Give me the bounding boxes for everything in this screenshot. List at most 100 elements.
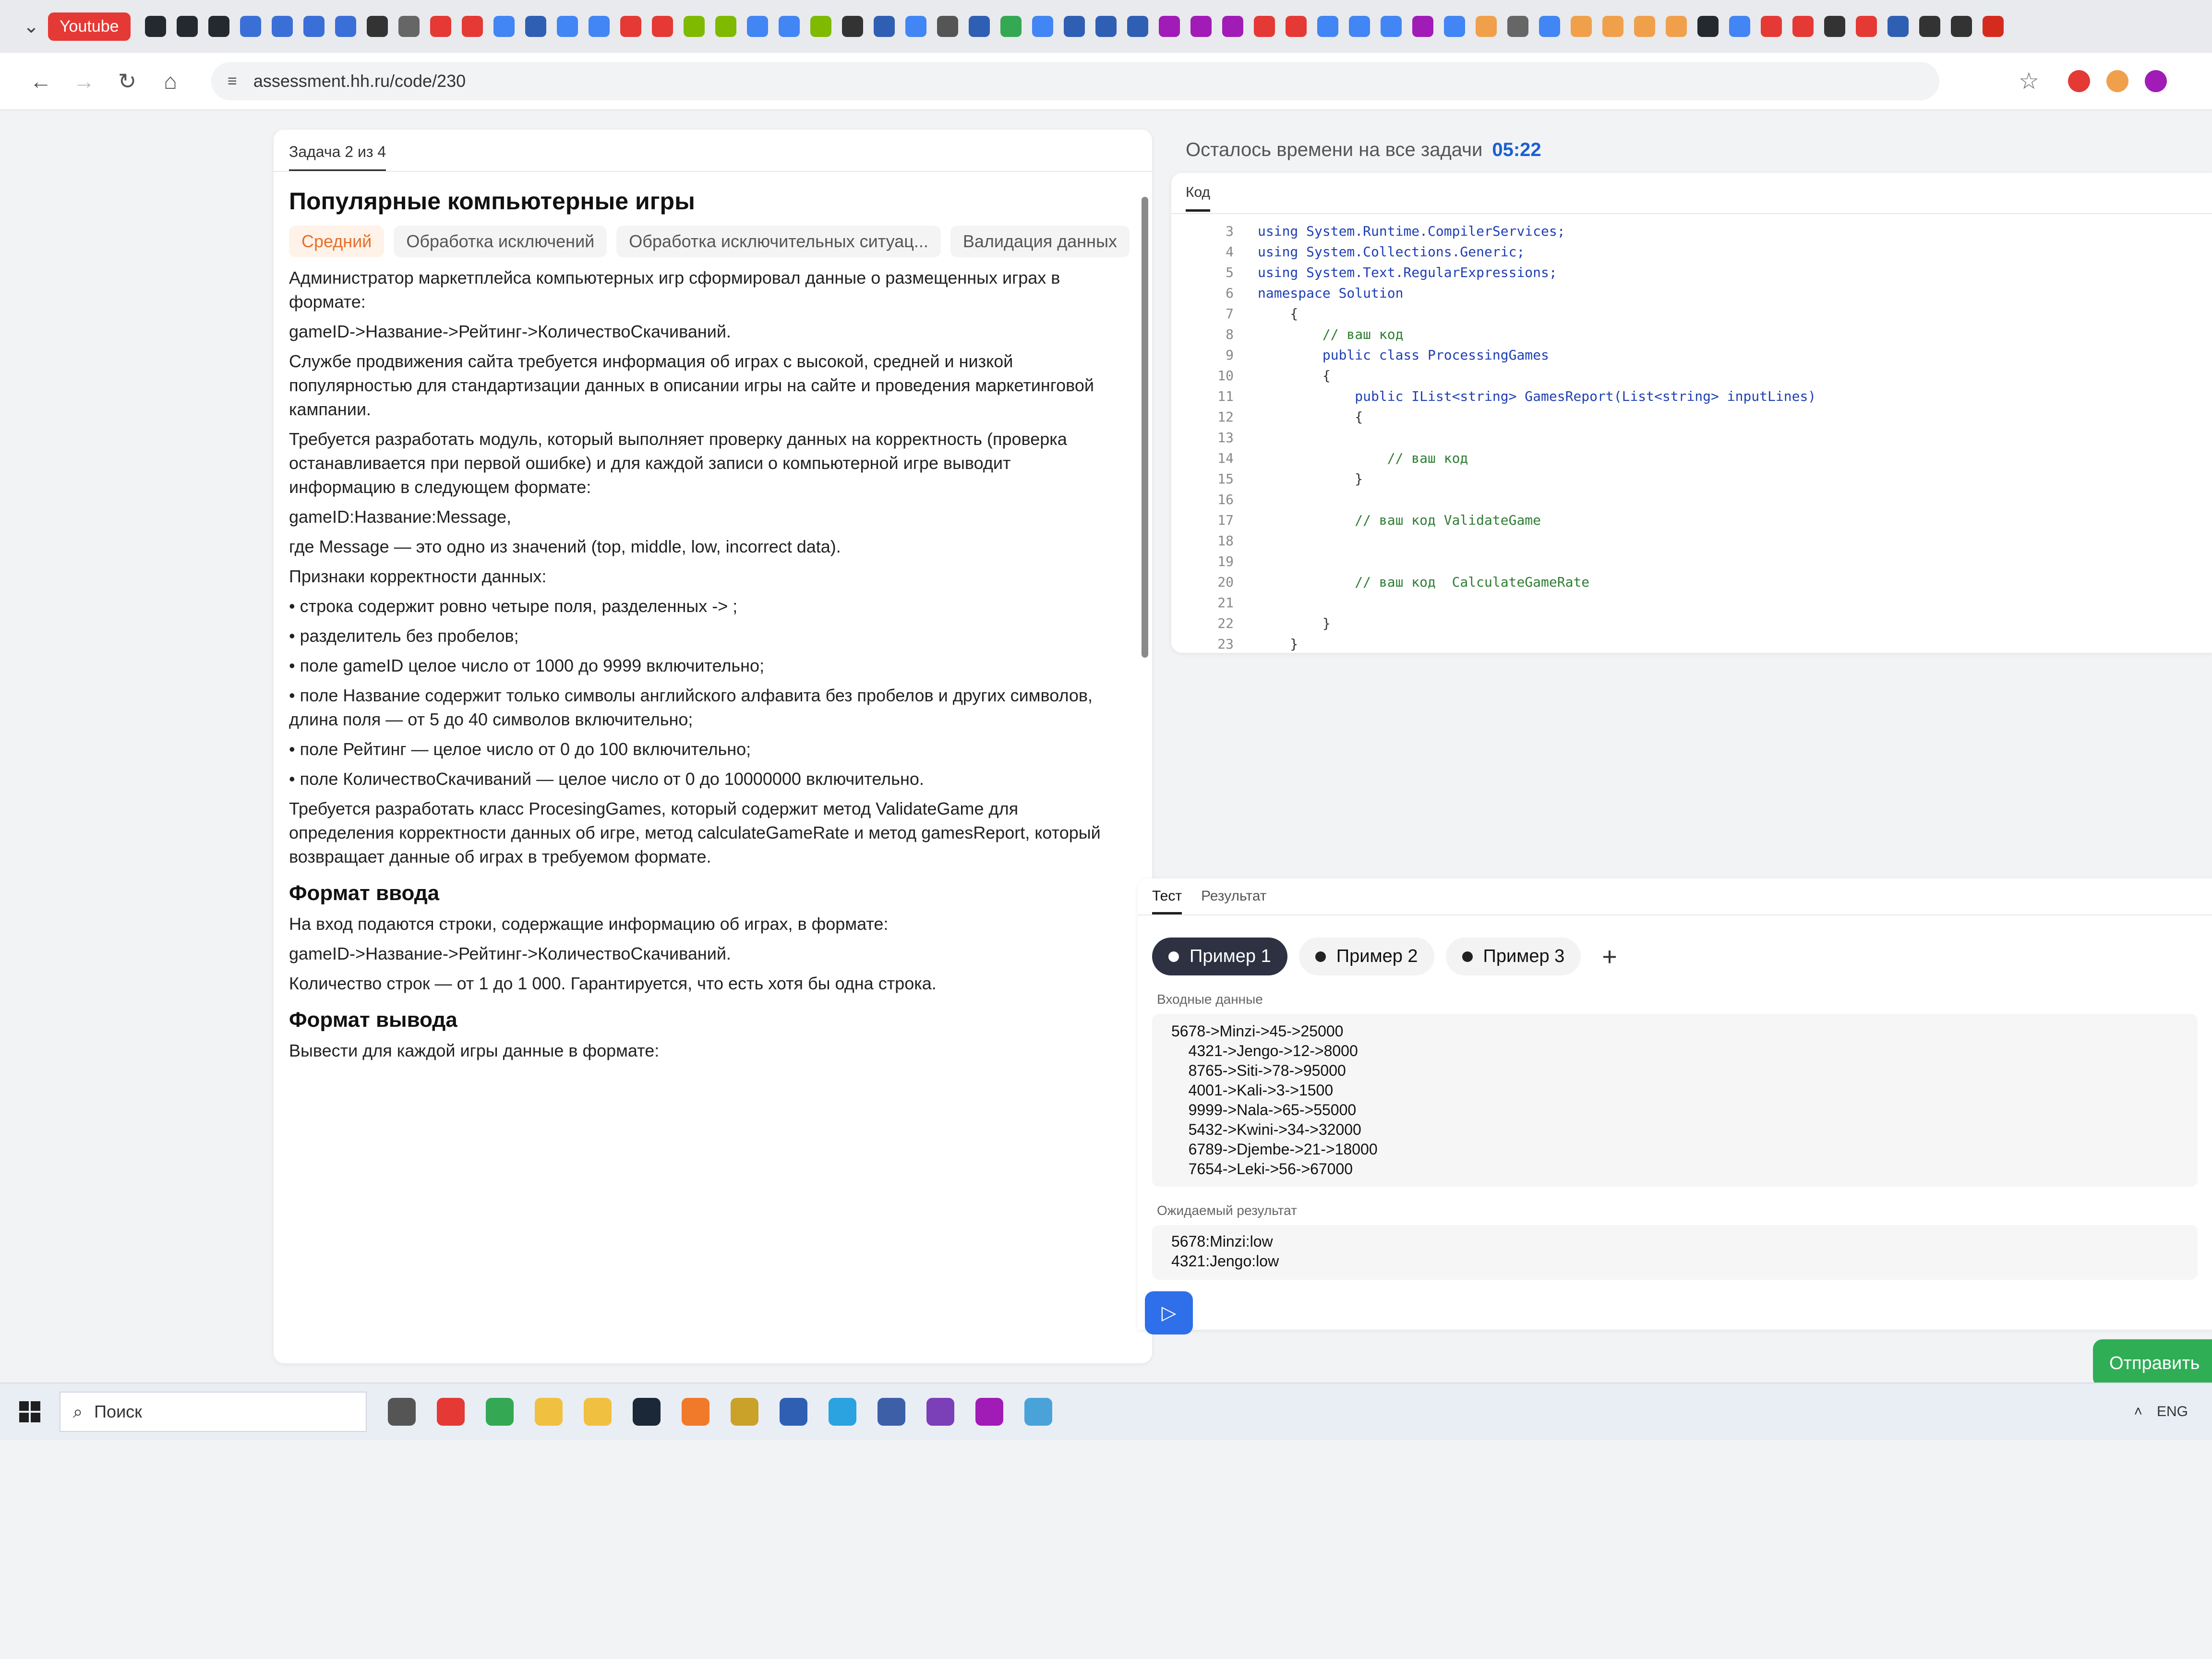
code-area[interactable]: 3 using System.Runtime.CompilerServices; 4… bbox=[1171, 221, 2212, 653]
submit-button[interactable]: Отправить bbox=[2093, 1339, 2212, 1387]
bookmarks-menu-button[interactable]: ⌄ bbox=[14, 15, 48, 37]
taskbar-search[interactable]: ⌕ Поиск bbox=[60, 1392, 367, 1432]
u-icon[interactable] bbox=[366, 16, 388, 37]
doc-icon[interactable] bbox=[1095, 16, 1117, 37]
file-explorer-icon[interactable] bbox=[535, 1398, 563, 1426]
bookmark-youtube[interactable]: Youtube bbox=[48, 12, 131, 41]
app-icon[interactable] bbox=[975, 1398, 1003, 1426]
tab-test[interactable]: Тест bbox=[1152, 888, 1182, 914]
play-icon[interactable] bbox=[1000, 16, 1022, 37]
globe-icon[interactable] bbox=[398, 16, 420, 37]
app-icon[interactable] bbox=[731, 1398, 758, 1426]
wildberries-icon[interactable] bbox=[1158, 16, 1180, 37]
app-icon[interactable] bbox=[968, 16, 990, 37]
chrome-icon[interactable] bbox=[486, 1398, 514, 1426]
microsoft-icon[interactable] bbox=[715, 16, 736, 37]
app-icon[interactable] bbox=[1792, 16, 1814, 37]
google-icon[interactable] bbox=[493, 16, 515, 37]
google-icon[interactable] bbox=[1729, 16, 1750, 37]
app-icon[interactable] bbox=[1855, 16, 1877, 37]
home-button[interactable]: ⌂ bbox=[149, 68, 192, 94]
app-icon[interactable] bbox=[878, 1398, 905, 1426]
tab-result[interactable]: Результат bbox=[1201, 888, 1266, 914]
app-icon[interactable] bbox=[1253, 16, 1275, 37]
github-icon[interactable] bbox=[144, 16, 166, 37]
app-icon[interactable] bbox=[1475, 16, 1497, 37]
google-icon[interactable] bbox=[556, 16, 578, 37]
tray-overflow-icon[interactable]: ˄ bbox=[2134, 1404, 2142, 1420]
tab-code[interactable]: Код bbox=[1186, 184, 1211, 212]
diagram-icon[interactable] bbox=[335, 16, 356, 37]
google-icon[interactable] bbox=[778, 16, 800, 37]
doc-icon[interactable] bbox=[1127, 16, 1148, 37]
microsoft-icon[interactable] bbox=[810, 16, 831, 37]
google-icon[interactable] bbox=[746, 16, 768, 37]
youtube-icon[interactable] bbox=[620, 16, 641, 37]
app-icon[interactable] bbox=[1412, 16, 1433, 37]
steam-icon[interactable] bbox=[633, 1398, 661, 1426]
app-icon[interactable] bbox=[1824, 16, 1845, 37]
example-2-button[interactable]: Пример 2 bbox=[1298, 938, 1434, 975]
google-icon[interactable] bbox=[588, 16, 610, 37]
youtube-icon[interactable] bbox=[461, 16, 483, 37]
github-icon[interactable] bbox=[1697, 16, 1719, 37]
doc-icon[interactable] bbox=[1063, 16, 1085, 37]
app-icon[interactable] bbox=[1760, 16, 1782, 37]
address-bar[interactable]: ≡ assessment.hh.ru/code/230 bbox=[211, 62, 1939, 100]
adblock-icon[interactable] bbox=[2068, 70, 2090, 92]
microsoft-icon[interactable] bbox=[683, 16, 705, 37]
github-icon[interactable] bbox=[208, 16, 229, 37]
app-icon[interactable] bbox=[1285, 16, 1307, 37]
youtube-icon[interactable] bbox=[651, 16, 673, 37]
example-1-button[interactable]: Пример 1 bbox=[1152, 938, 1287, 975]
doc-icon[interactable] bbox=[873, 16, 895, 37]
app-icon[interactable] bbox=[1570, 16, 1592, 37]
google-icon[interactable] bbox=[1348, 16, 1370, 37]
wildberries-icon[interactable] bbox=[1222, 16, 1243, 37]
app-icon[interactable] bbox=[1634, 16, 1655, 37]
wikipedia-icon[interactable] bbox=[937, 16, 958, 37]
app-icon[interactable] bbox=[780, 1398, 807, 1426]
app-icon[interactable] bbox=[1919, 16, 1940, 37]
example-3-button[interactable]: Пример 3 bbox=[1445, 938, 1581, 975]
task-counter-tab[interactable]: Задача 2 из 4 bbox=[289, 143, 386, 172]
google-icon[interactable] bbox=[1380, 16, 1402, 37]
url-text[interactable]: assessment.hh.ru/code/230 bbox=[253, 71, 466, 91]
app-icon[interactable] bbox=[1887, 16, 1909, 37]
input-data-block[interactable]: 5678->Minzi->45->25000 4321->Jengo->12->… bbox=[1152, 1014, 2198, 1187]
windows-start-icon[interactable] bbox=[19, 1401, 40, 1422]
app-icon[interactable] bbox=[1665, 16, 1687, 37]
app-icon[interactable] bbox=[1024, 1398, 1052, 1426]
app-icon[interactable] bbox=[682, 1398, 709, 1426]
app-icon[interactable] bbox=[1950, 16, 1972, 37]
youtube-icon[interactable] bbox=[430, 16, 451, 37]
doc-icon[interactable] bbox=[525, 16, 546, 37]
flag-icon[interactable] bbox=[1982, 16, 2004, 37]
google-icon[interactable] bbox=[1032, 16, 1053, 37]
visual-studio-icon[interactable] bbox=[926, 1398, 954, 1426]
github-icon[interactable] bbox=[176, 16, 198, 37]
app-icon[interactable] bbox=[584, 1398, 612, 1426]
run-button[interactable]: ▷ bbox=[1145, 1291, 1193, 1334]
bookmark-star-icon[interactable]: ☆ bbox=[2019, 68, 2039, 95]
wildberries-icon[interactable] bbox=[1190, 16, 1212, 37]
diagram-icon[interactable] bbox=[303, 16, 325, 37]
diagram-icon[interactable] bbox=[271, 16, 293, 37]
google-icon[interactable] bbox=[905, 16, 926, 37]
globe-icon[interactable] bbox=[1507, 16, 1528, 37]
reload-button[interactable]: ↻ bbox=[106, 68, 149, 94]
diagram-icon[interactable] bbox=[240, 16, 261, 37]
extension-icon[interactable] bbox=[2106, 70, 2128, 92]
google-icon[interactable] bbox=[1317, 16, 1338, 37]
app-icon[interactable] bbox=[1602, 16, 1623, 37]
opera-icon[interactable] bbox=[437, 1398, 465, 1426]
add-example-button[interactable]: + bbox=[1602, 942, 1617, 972]
app-icon[interactable] bbox=[842, 16, 863, 37]
extension-icon[interactable] bbox=[2145, 70, 2167, 92]
site-info-icon[interactable]: ≡ bbox=[228, 72, 237, 91]
forward-button[interactable]: → bbox=[62, 68, 106, 94]
google-icon[interactable] bbox=[1443, 16, 1465, 37]
language-indicator[interactable]: ENG bbox=[2157, 1404, 2188, 1420]
back-button[interactable]: ← bbox=[19, 68, 62, 94]
telegram-icon[interactable] bbox=[829, 1398, 856, 1426]
